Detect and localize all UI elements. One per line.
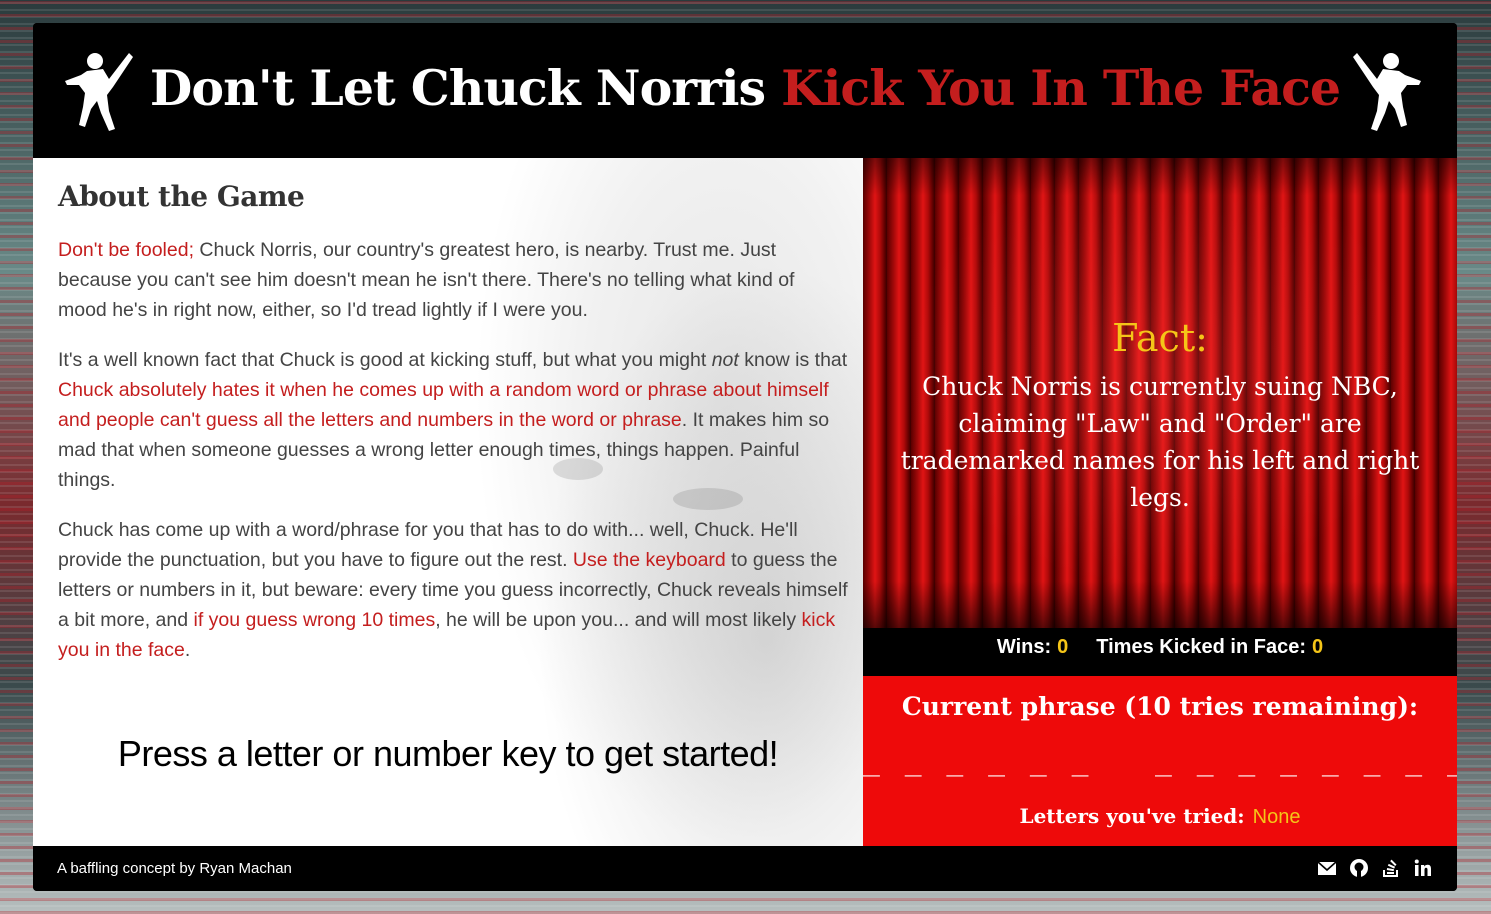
karate-kicker-right-icon	[1353, 53, 1421, 131]
fact-label: Fact:	[1112, 316, 1208, 360]
footer: A baffling concept by Ryan Machan	[33, 846, 1457, 891]
about-paragraph-2: It's a well known fact that Chuck is goo…	[58, 345, 848, 495]
game-frame: Don't Let Chuck Norris Kick You In The F…	[33, 23, 1457, 891]
about-paragraph-1: Don't be fooled; Chuck Norris, our count…	[58, 235, 848, 325]
page-title: Don't Let Chuck Norris Kick You In The F…	[33, 59, 1457, 117]
title-red-part: Kick You In The Face	[781, 59, 1341, 117]
letters-tried-label: Letters you've tried:	[1019, 804, 1245, 828]
stage-curtain: Fact: Chuck Norris is currently suing NB…	[863, 158, 1457, 628]
fact-text: Chuck Norris is currently suing NBC, cla…	[900, 372, 1420, 512]
about-title: About the Game	[58, 180, 305, 213]
highlight-text: if you guess wrong 10 times	[193, 609, 436, 631]
highlight-text: Don't be fooled;	[58, 239, 194, 261]
about-panel: About the Game Don't be fooled; Chuck No…	[33, 158, 863, 846]
start-prompt: Press a letter or number key to get star…	[117, 733, 779, 774]
letters-tried-value: None	[1252, 806, 1301, 828]
github-icon[interactable]	[1349, 858, 1369, 878]
about-paragraph-3: Chuck has come up with a word/phrase for…	[58, 515, 848, 665]
letters-tried: Letters you've tried: None	[863, 804, 1457, 829]
wins-label: Wins:	[996, 636, 1052, 658]
stack-overflow-icon[interactable]	[1381, 858, 1401, 878]
body-text: .	[184, 639, 191, 661]
envelope-icon[interactable]	[1317, 858, 1337, 878]
about-content: About the Game Don't be fooled; Chuck No…	[58, 180, 848, 685]
body-text: , he will be upon you... and will most l…	[435, 609, 802, 631]
kicked-label: Times Kicked in Face:	[1096, 636, 1306, 658]
social-links	[1317, 858, 1433, 878]
linkedin-icon[interactable]	[1413, 858, 1433, 878]
phrase-blanks: _ _ _ _ _ _ _ _ _ _ _ _ _ _ _	[863, 744, 1457, 777]
phrase-title: Current phrase (10 tries remaining):	[901, 692, 1419, 721]
wins-count: 0	[1057, 636, 1069, 658]
phrase-box: Current phrase (10 tries remaining): _ _…	[863, 676, 1457, 846]
header: Don't Let Chuck Norris Kick You In The F…	[33, 23, 1457, 158]
title-white-part: Don't Let Chuck Norris	[149, 59, 782, 117]
score-bar: Wins: 0 Times Kicked in Face: 0	[863, 628, 1457, 676]
body-text: know is that	[738, 349, 848, 371]
kicked-count: 0	[1311, 636, 1324, 658]
highlight-text: Use the keyboard	[572, 549, 726, 571]
body-text: It's a well known fact that Chuck is goo…	[58, 349, 712, 371]
emphasis-text: not	[711, 349, 739, 371]
game-panel: Fact: Chuck Norris is currently suing NB…	[863, 158, 1457, 846]
footer-credit: A baffling concept by Ryan Machan	[57, 860, 292, 877]
